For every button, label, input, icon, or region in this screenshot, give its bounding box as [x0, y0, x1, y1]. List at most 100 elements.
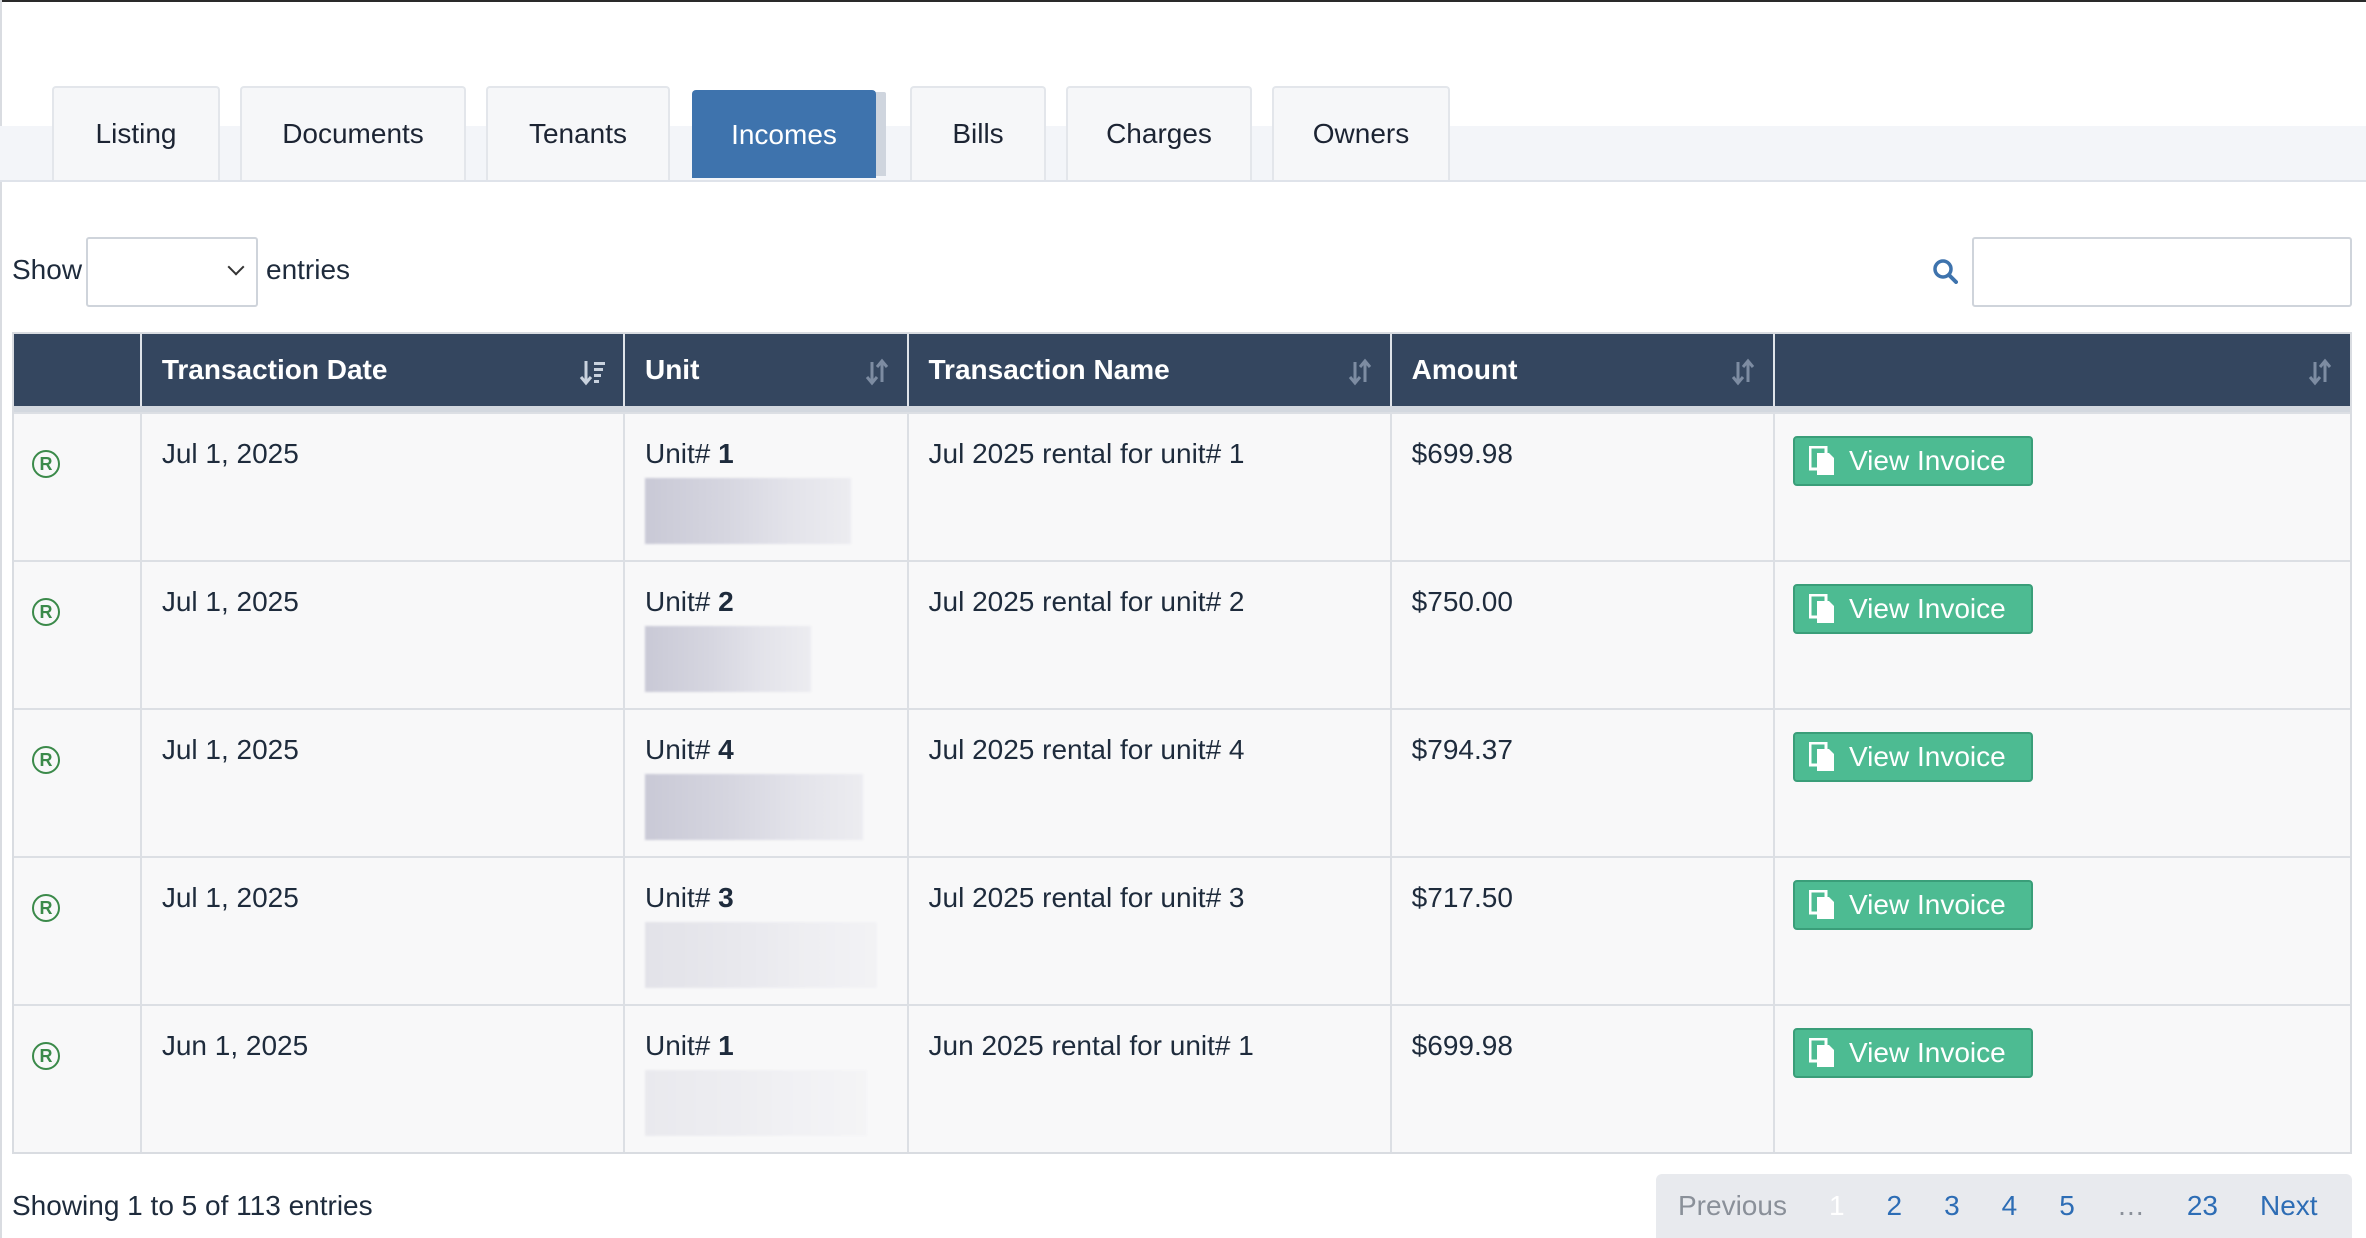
- sort-icon: [1731, 358, 1755, 386]
- action-cell: View Invoice: [1775, 1006, 2350, 1152]
- pagination: Previous 1 2 3 4 5 … 23 Next: [1656, 1174, 2352, 1238]
- header-unit[interactable]: Unit: [625, 334, 909, 406]
- view-invoice-button[interactable]: View Invoice: [1793, 1028, 2034, 1078]
- transaction-name-cell: Jul 2025 rental for unit# 2: [909, 562, 1392, 708]
- unit-prefix: Unit#: [644, 438, 719, 469]
- header-actions[interactable]: [1775, 334, 2350, 406]
- registered-icon: R: [32, 746, 60, 774]
- show-label: Show: [12, 254, 83, 285]
- registered-icon: R: [32, 598, 60, 626]
- tab-documents[interactable]: Documents: [240, 86, 466, 180]
- chevron-down-icon: [227, 258, 245, 276]
- tab-bills[interactable]: Bills: [910, 86, 1046, 180]
- amount-cell: $717.50: [1392, 858, 1776, 1004]
- header-amount[interactable]: Amount: [1392, 334, 1775, 406]
- incomes-table: Transaction Date Unit Transaction Name A…: [12, 332, 2352, 1154]
- redacted-address: [644, 478, 851, 544]
- redacted-address: [644, 922, 877, 988]
- pagination-previous[interactable]: Previous: [1678, 1190, 1787, 1222]
- header-status: [14, 334, 142, 406]
- entries-label: entries: [266, 254, 351, 285]
- table-header-row: Transaction Date Unit Transaction Name A…: [14, 334, 2350, 412]
- header-transaction-date[interactable]: Transaction Date: [142, 334, 625, 406]
- view-invoice-label: View Invoice: [1849, 445, 2006, 476]
- pagination-ellipsis: …: [2116, 1190, 2145, 1221]
- table-row: R Jul 1, 2025 Unit# 2 Jul 2025 rental fo…: [14, 560, 2350, 708]
- pagination-next[interactable]: Next: [2260, 1190, 2318, 1222]
- redacted-address: [644, 626, 811, 692]
- amount-cell: $794.37: [1392, 710, 1776, 856]
- pagination-page-2[interactable]: 2: [1887, 1190, 1903, 1222]
- action-cell: View Invoice: [1775, 858, 2350, 1004]
- status-cell: R: [14, 710, 142, 856]
- status-cell: R: [14, 414, 142, 560]
- status-cell: R: [14, 858, 142, 1004]
- registered-icon: R: [32, 1042, 60, 1070]
- view-invoice-button[interactable]: View Invoice: [1793, 436, 2034, 486]
- pagination-page-3[interactable]: 3: [1944, 1190, 1960, 1222]
- table-row: R Jul 1, 2025 Unit# 4 Jul 2025 rental fo…: [14, 708, 2350, 856]
- document-icon: [1809, 742, 1835, 771]
- view-invoice-label: View Invoice: [1849, 1037, 2006, 1068]
- sort-desc-icon: [579, 361, 605, 386]
- amount-cell: $750.00: [1392, 562, 1776, 708]
- unit-cell: Unit# 3: [625, 858, 909, 1004]
- header-amount-label: Amount: [1411, 354, 1518, 385]
- pagination-page-23[interactable]: 23: [2187, 1190, 2218, 1222]
- unit-prefix: Unit#: [644, 586, 719, 617]
- sort-icon: [2308, 358, 2332, 386]
- unit-number: 3: [718, 882, 734, 913]
- unit-number: 4: [718, 734, 734, 765]
- search-icon: [1933, 259, 1958, 284]
- transaction-name-cell: Jul 2025 rental for unit# 4: [909, 710, 1392, 856]
- pagination-page-5[interactable]: 5: [2059, 1190, 2075, 1222]
- unit-number: 2: [718, 586, 734, 617]
- table-row: R Jul 1, 2025 Unit# 3 Jul 2025 rental fo…: [14, 856, 2350, 1004]
- unit-cell: Unit# 4: [625, 710, 909, 856]
- redacted-address: [644, 1070, 867, 1136]
- unit-number: 1: [718, 438, 734, 469]
- transaction-name-cell: Jul 2025 rental for unit# 1: [909, 414, 1392, 560]
- registered-icon: R: [32, 894, 60, 922]
- date-cell: Jul 1, 2025: [142, 562, 625, 708]
- unit-cell: Unit# 1: [625, 414, 909, 560]
- view-invoice-button[interactable]: View Invoice: [1793, 584, 2034, 634]
- registered-icon: R: [32, 450, 60, 478]
- document-icon: [1809, 890, 1835, 919]
- date-cell: Jul 1, 2025: [142, 858, 625, 1004]
- tab-tenants[interactable]: Tenants: [486, 86, 670, 180]
- header-transaction-name-label: Transaction Name: [928, 354, 1170, 385]
- table-row: R Jun 1, 2025 Unit# 1 Jun 2025 rental fo…: [14, 1004, 2350, 1152]
- tab-owners[interactable]: Owners: [1272, 86, 1450, 180]
- view-invoice-label: View Invoice: [1849, 889, 2006, 920]
- window-left-border: [0, 0, 2, 1238]
- header-transaction-date-label: Transaction Date: [161, 354, 388, 385]
- unit-cell: Unit# 1: [625, 1006, 909, 1152]
- status-cell: R: [14, 562, 142, 708]
- transaction-name-cell: Jul 2025 rental for unit# 3: [909, 858, 1392, 1004]
- sort-icon: [1348, 358, 1371, 386]
- amount-cell: $699.98: [1392, 414, 1776, 560]
- unit-prefix: Unit#: [644, 882, 719, 913]
- tab-incomes[interactable]: Incomes: [692, 90, 876, 178]
- document-icon: [1809, 1038, 1835, 1067]
- date-cell: Jun 1, 2025: [142, 1006, 625, 1152]
- tab-charges[interactable]: Charges: [1066, 86, 1252, 180]
- pagination-page-1[interactable]: 1: [1829, 1190, 1845, 1222]
- table-info: Showing 1 to 5 of 113 entries: [12, 1190, 373, 1221]
- page-size-select[interactable]: [86, 237, 258, 307]
- search-input[interactable]: [1972, 237, 2352, 307]
- header-transaction-name[interactable]: Transaction Name: [909, 334, 1392, 406]
- unit-number: 1: [718, 1030, 734, 1061]
- view-invoice-button[interactable]: View Invoice: [1793, 880, 2034, 930]
- document-icon: [1809, 594, 1835, 623]
- action-cell: View Invoice: [1775, 710, 2350, 856]
- sort-icon: [865, 358, 888, 386]
- redacted-address: [644, 774, 863, 840]
- window-top-border: [0, 0, 2366, 2]
- view-invoice-button[interactable]: View Invoice: [1793, 732, 2034, 782]
- tab-listing[interactable]: Listing: [52, 86, 220, 180]
- amount-cell: $699.98: [1392, 1006, 1776, 1152]
- unit-prefix: Unit#: [644, 1030, 719, 1061]
- pagination-page-4[interactable]: 4: [2002, 1190, 2018, 1222]
